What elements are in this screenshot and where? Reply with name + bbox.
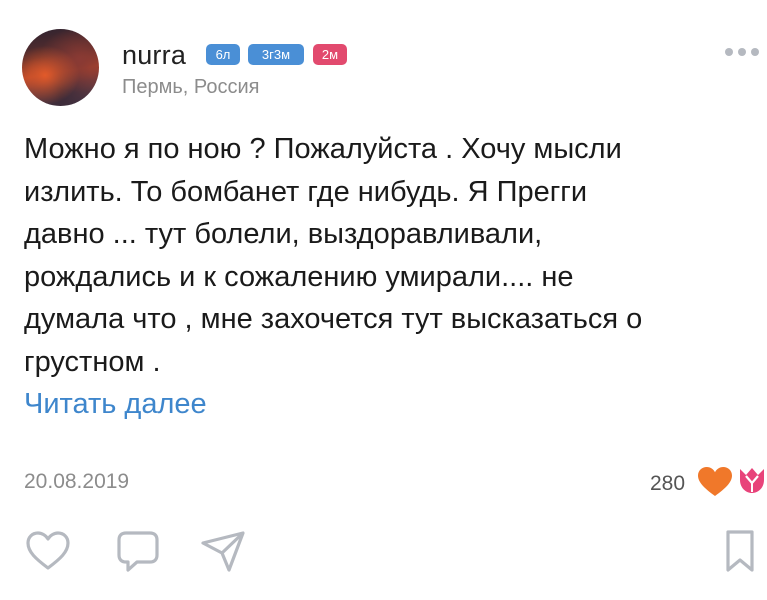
avatar[interactable] <box>22 29 99 106</box>
bookmark-icon[interactable] <box>720 528 760 574</box>
heart-outline-icon[interactable] <box>25 528 71 574</box>
more-dots-icon[interactable] <box>725 46 759 58</box>
tulip-icon[interactable] <box>737 466 767 498</box>
post-text: Можно я по ною ? Пожалуйста . Хочу мысли… <box>24 133 643 378</box>
post-card: nurra 6л 3г3м 2м Пермь, Россия Можно я п… <box>0 0 767 600</box>
share-icon[interactable] <box>200 528 246 574</box>
heart-icon <box>698 467 732 496</box>
read-more-link[interactable]: Читать далее <box>24 388 207 421</box>
user-location: Пермь, Россия <box>122 76 260 98</box>
badge-child-age-2: 2м <box>313 44 347 65</box>
post-date: 20.08.2019 <box>24 470 130 493</box>
badge-child-age: 3г3м <box>248 44 304 65</box>
username[interactable]: nurra <box>122 40 186 71</box>
badge-pregnancy-term: 6л <box>206 44 240 65</box>
comment-icon[interactable] <box>115 528 161 574</box>
likes-count: 280 <box>650 472 686 495</box>
